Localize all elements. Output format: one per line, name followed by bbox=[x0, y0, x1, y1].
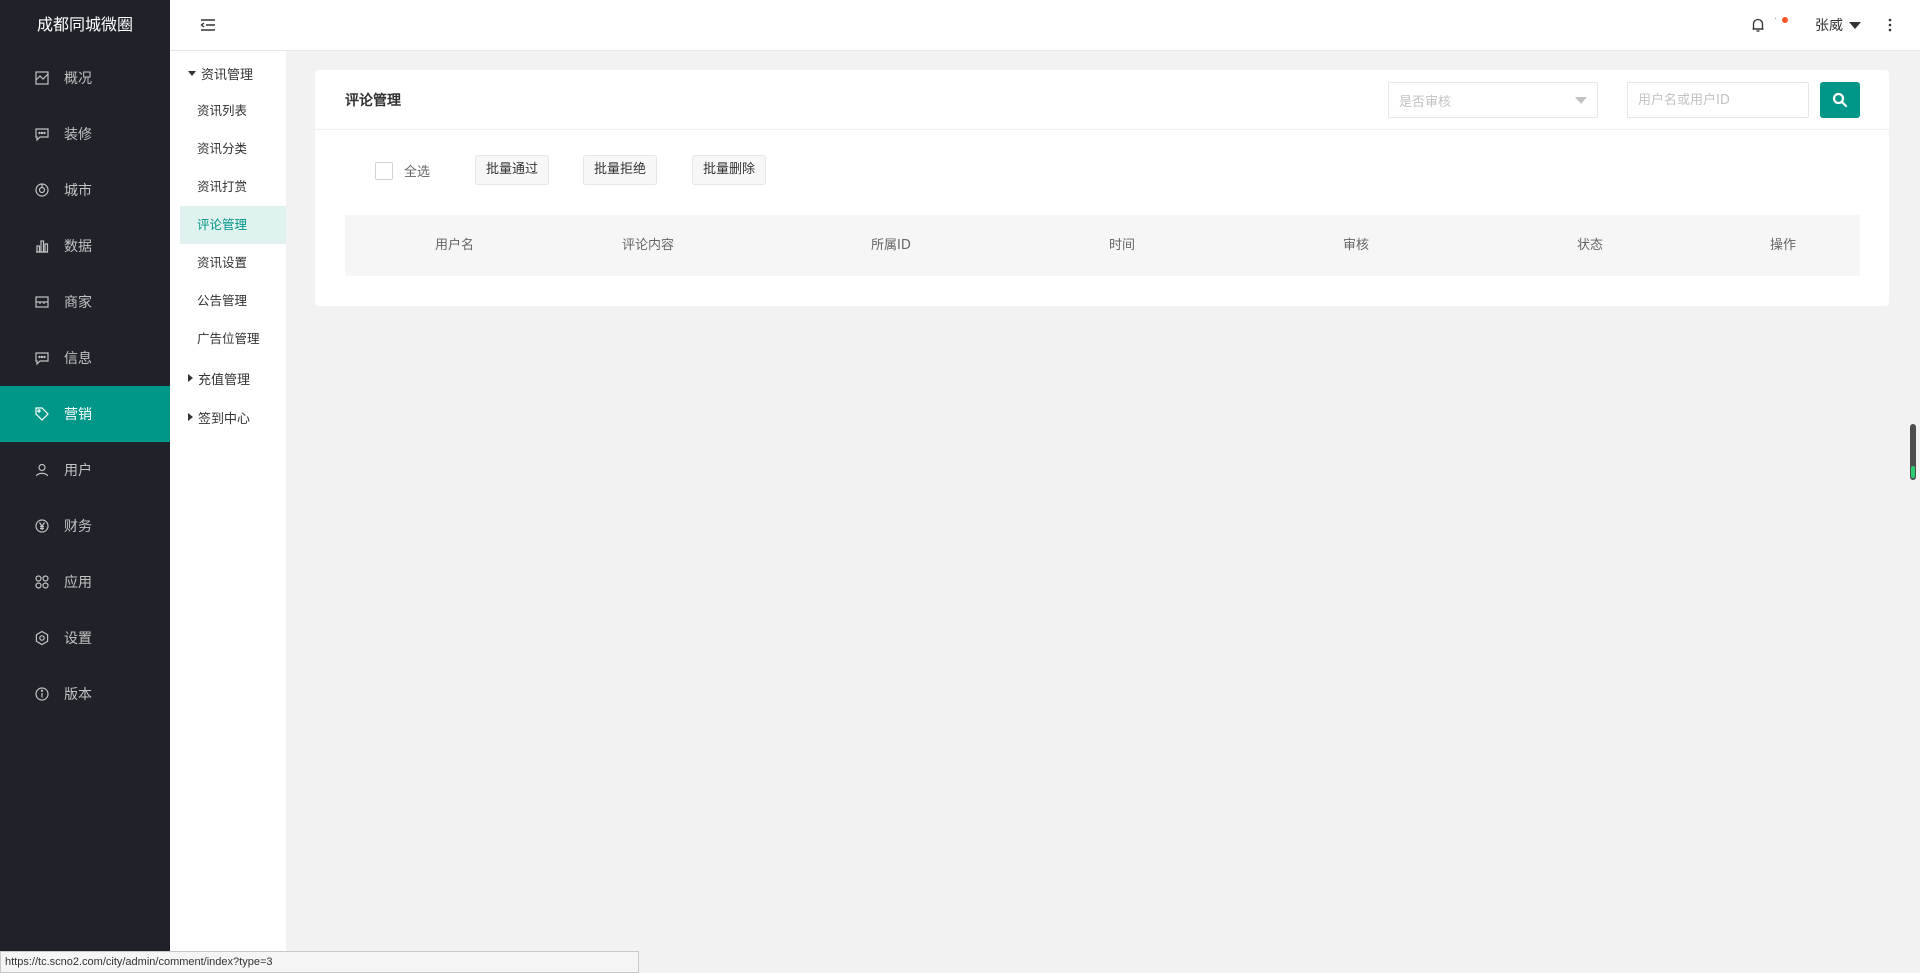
column-header-content: 评论内容 bbox=[622, 238, 675, 253]
yen-icon bbox=[34, 518, 50, 534]
message-icon bbox=[34, 350, 50, 366]
secondary-menu: 资讯管理 资讯列表 资讯分类 资讯打赏 评论管理 资讯设置 公告管理 广告位管理… bbox=[170, 51, 286, 973]
search-button[interactable] bbox=[1820, 82, 1860, 118]
sidebar-item-label: 设置 bbox=[64, 631, 92, 647]
submenu-item-news-reward[interactable]: 资讯打赏 bbox=[180, 168, 286, 206]
sidebar-item-label: 营销 bbox=[64, 407, 92, 423]
top-header: · 张威 bbox=[170, 0, 1920, 51]
dashboard-icon bbox=[34, 70, 50, 86]
username: 张威 bbox=[1815, 18, 1843, 34]
sidebar-item-finance[interactable]: 财务 bbox=[0, 498, 170, 554]
column-header-audit: 审核 bbox=[1343, 238, 1370, 253]
caret-right-icon bbox=[188, 413, 193, 421]
sidebar-item-label: 信息 bbox=[64, 351, 92, 367]
submenu-item-news-settings[interactable]: 资讯设置 bbox=[180, 244, 286, 282]
submenu-item-ad-manage[interactable]: 广告位管理 bbox=[180, 320, 286, 358]
sidebar-item-marketing[interactable]: 营销 bbox=[0, 386, 170, 442]
sidebar-item-label: 数据 bbox=[64, 239, 92, 255]
more-vertical-icon[interactable] bbox=[1886, 17, 1894, 33]
column-header-actions: 操作 bbox=[1770, 238, 1797, 253]
sidebar-item-label: 应用 bbox=[64, 575, 92, 591]
checkbox-box[interactable] bbox=[375, 161, 393, 180]
chevron-down-icon bbox=[1849, 21, 1861, 29]
app-title: 成都同城微圈 bbox=[36, 15, 133, 34]
sidebar-item-label: 城市 bbox=[64, 183, 92, 199]
submenu-group-label: 资讯管理 bbox=[201, 67, 254, 83]
search-icon bbox=[1832, 92, 1848, 108]
chevron-down-icon bbox=[1575, 97, 1587, 104]
submenu-item-news-list[interactable]: 资讯列表 bbox=[180, 92, 286, 130]
submenu-item-news-category[interactable]: 资讯分类 bbox=[180, 130, 286, 168]
info-icon bbox=[34, 686, 50, 702]
message-icon bbox=[34, 126, 50, 142]
main-sidebar: 成都同城微圈 概况 装修 城市 数据 商家 信息 营销 用户 财务 应用 设置 … bbox=[0, 0, 170, 973]
sidebar-item-settings[interactable]: 设置 bbox=[0, 610, 170, 666]
batch-approve-button[interactable]: 批量通过 bbox=[475, 155, 550, 185]
city-icon bbox=[34, 182, 50, 198]
batch-toolbar: 全选 批量通过 批量拒绝 批量删除 bbox=[315, 155, 1889, 185]
apps-icon bbox=[34, 574, 50, 590]
submenu-group-recharge[interactable]: 充值管理 bbox=[188, 368, 250, 388]
bell-icon[interactable] bbox=[1750, 17, 1766, 33]
submenu-item-notice-manage[interactable]: 公告管理 bbox=[180, 282, 286, 320]
caret-down-icon bbox=[188, 70, 196, 76]
card-header: 评论管理 是否审核 bbox=[315, 70, 1889, 130]
sidebar-item-city[interactable]: 城市 bbox=[0, 162, 170, 218]
comment-management-card: 评论管理 是否审核 全选 批量通过 批量拒绝 批量删除 用户名 评论内容 所属I… bbox=[315, 70, 1889, 306]
scrollbar-marker bbox=[1911, 466, 1915, 478]
sidebar-item-label: 财务 bbox=[64, 519, 92, 535]
submenu-group-label: 签到中心 bbox=[198, 411, 251, 427]
column-header-status: 状态 bbox=[1577, 238, 1604, 253]
table-header: 用户名 评论内容 所属ID 时间 审核 状态 操作 bbox=[345, 215, 1860, 276]
submenu-item-comment-manage[interactable]: 评论管理 bbox=[180, 206, 286, 244]
column-header-username: 用户名 bbox=[435, 238, 475, 253]
notification-dot bbox=[1782, 17, 1788, 23]
sidebar-item-user[interactable]: 用户 bbox=[0, 442, 170, 498]
caret-right-icon bbox=[188, 374, 193, 382]
sidebar-item-merchant[interactable]: 商家 bbox=[0, 274, 170, 330]
batch-delete-button[interactable]: 批量删除 bbox=[692, 155, 767, 185]
menu-collapse-icon[interactable] bbox=[200, 17, 216, 33]
chart-icon bbox=[34, 238, 50, 254]
sidebar-item-label: 概况 bbox=[64, 71, 92, 87]
user-menu[interactable]: 张威 bbox=[1815, 14, 1861, 36]
user-icon bbox=[34, 462, 50, 478]
column-header-time: 时间 bbox=[1109, 238, 1136, 253]
store-icon bbox=[34, 294, 50, 310]
sidebar-item-data[interactable]: 数据 bbox=[0, 218, 170, 274]
submenu-group-label: 充值管理 bbox=[198, 372, 251, 388]
sidebar-item-apps[interactable]: 应用 bbox=[0, 554, 170, 610]
column-header-belong-id: 所属ID bbox=[871, 238, 911, 253]
submenu-group-checkin[interactable]: 签到中心 bbox=[188, 407, 250, 427]
audit-filter-select[interactable]: 是否审核 bbox=[1388, 82, 1598, 118]
select-all-checkbox[interactable]: 全选 bbox=[375, 161, 430, 180]
page-title: 评论管理 bbox=[345, 93, 401, 109]
notification-separator: · bbox=[1774, 14, 1778, 25]
sidebar-item-version[interactable]: 版本 bbox=[0, 666, 170, 722]
sidebar-item-overview[interactable]: 概况 bbox=[0, 50, 170, 106]
select-all-label: 全选 bbox=[404, 165, 431, 180]
sidebar-item-label: 装修 bbox=[64, 127, 92, 143]
submenu-group-news[interactable]: 资讯管理 bbox=[188, 63, 253, 83]
sidebar-item-label: 版本 bbox=[64, 687, 92, 703]
sidebar-item-label: 商家 bbox=[64, 295, 92, 311]
search-input[interactable] bbox=[1627, 82, 1809, 118]
gear-icon bbox=[34, 630, 50, 646]
sidebar-item-label: 用户 bbox=[64, 463, 92, 479]
browser-status-url: https://tc.scno2.com/city/admin/comment/… bbox=[0, 951, 639, 973]
tag-icon bbox=[34, 406, 50, 422]
batch-reject-button[interactable]: 批量拒绝 bbox=[583, 155, 658, 185]
sidebar-item-info[interactable]: 信息 bbox=[0, 330, 170, 386]
audit-filter-value: 是否审核 bbox=[1399, 94, 1452, 110]
sidebar-item-decoration[interactable]: 装修 bbox=[0, 106, 170, 162]
